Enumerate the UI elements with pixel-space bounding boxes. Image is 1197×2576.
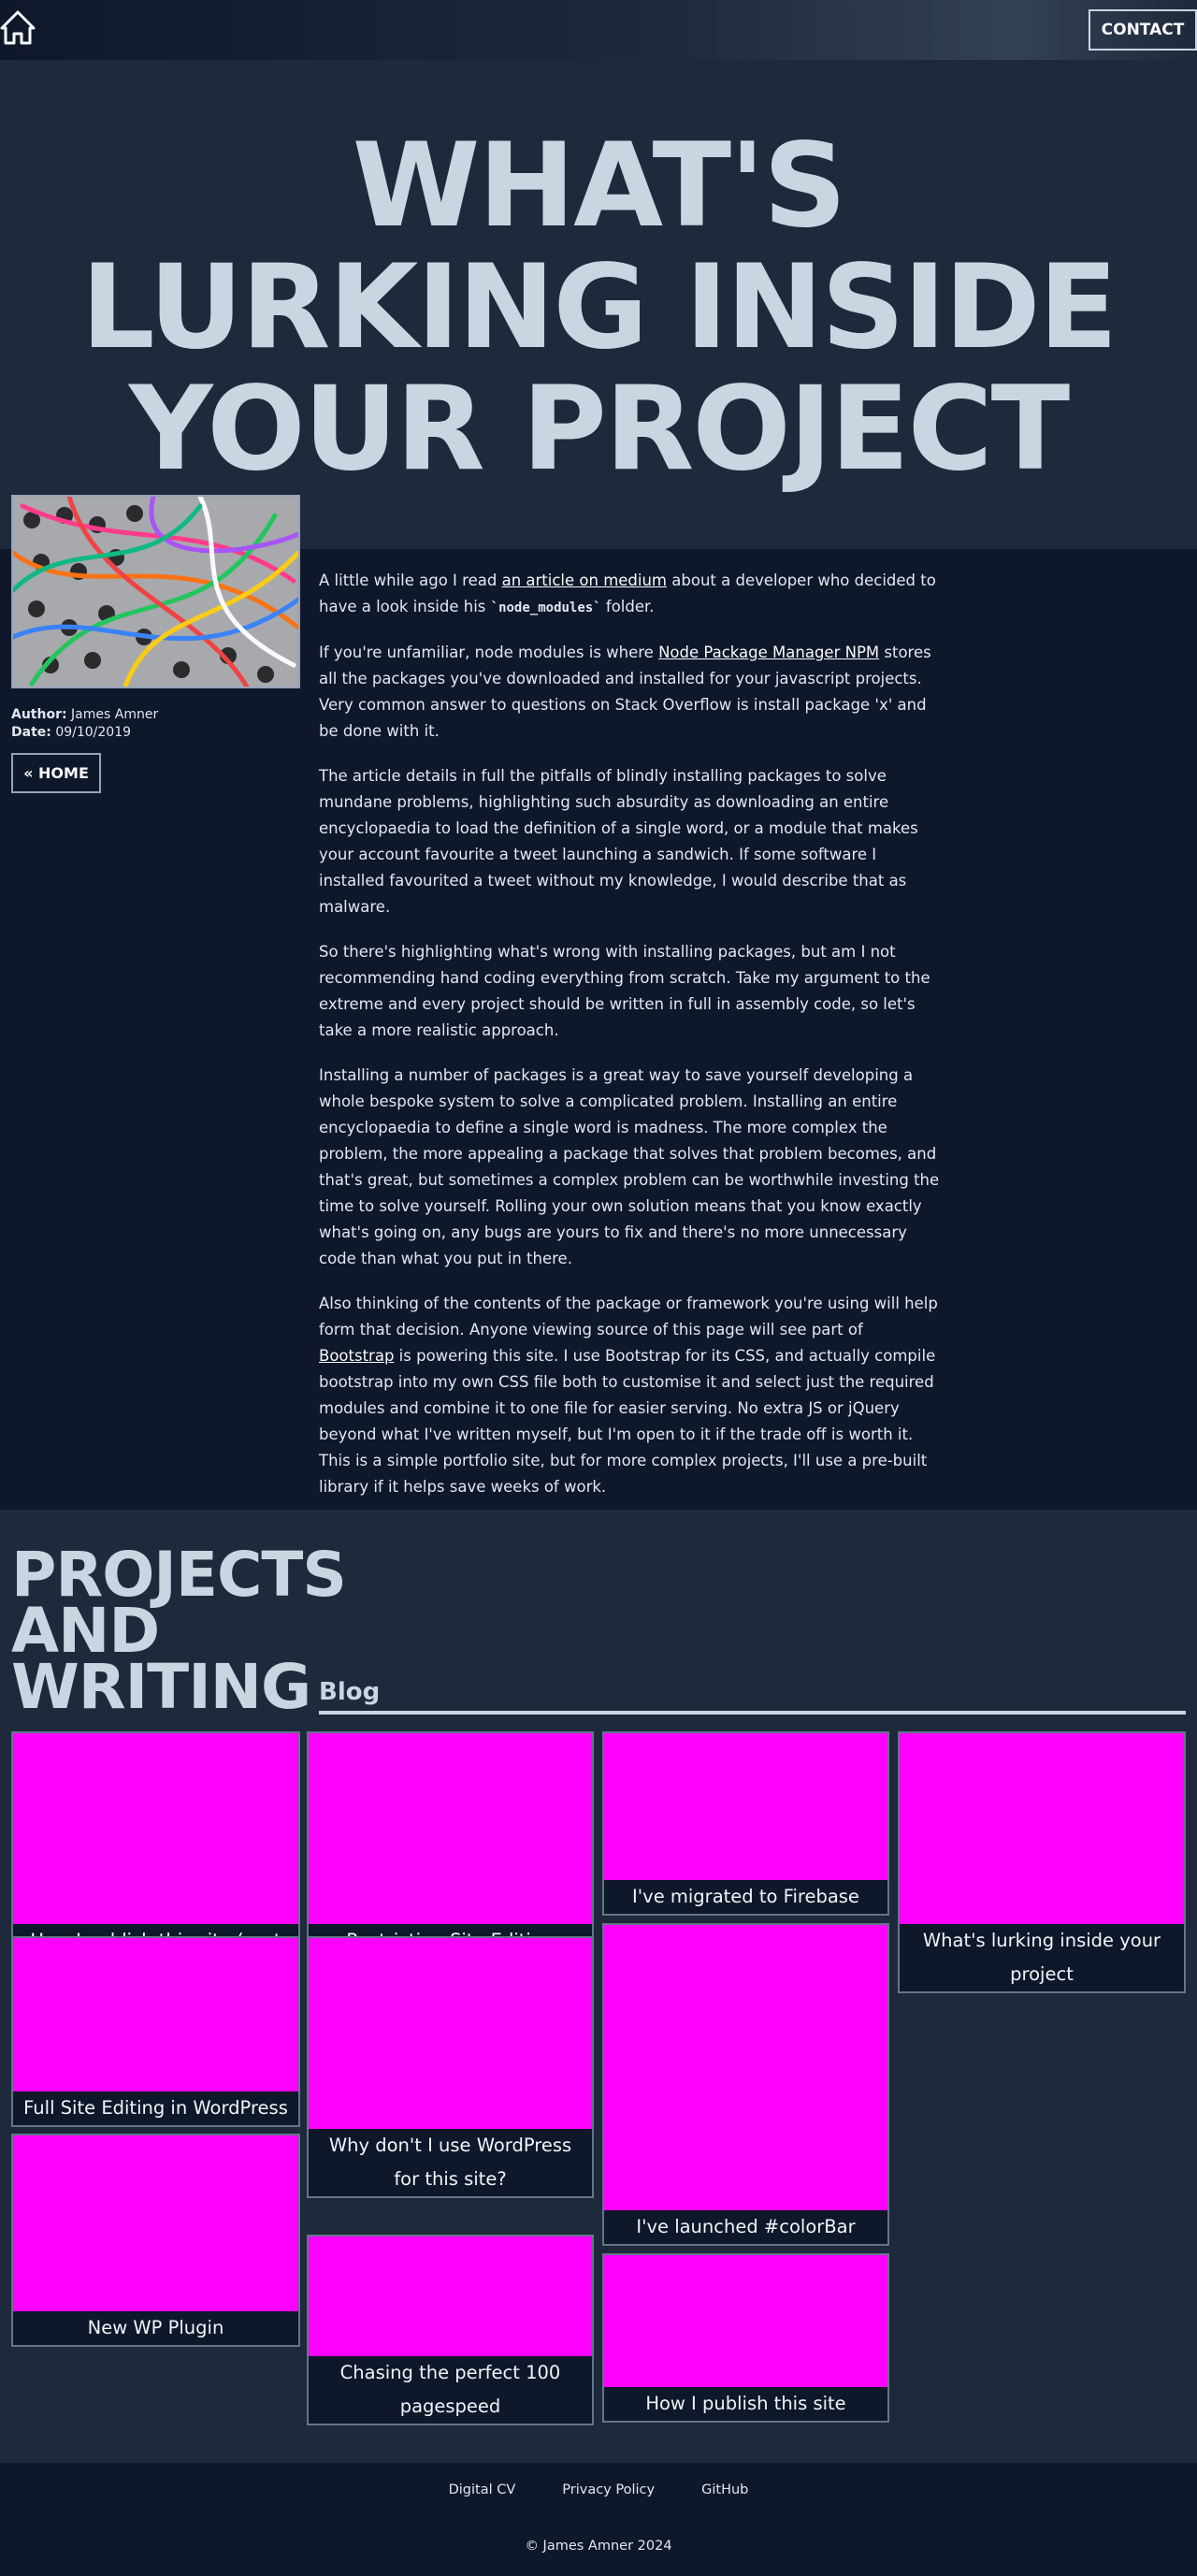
card-thumbnail (309, 2236, 592, 2356)
card-thumbnail (309, 1938, 592, 2129)
card-thumbnail (900, 1733, 1184, 1924)
blog-card[interactable]: Full Site Editing in WordPress (11, 1936, 300, 2127)
contact-button[interactable]: CONTACT (1089, 9, 1197, 51)
card-thumbnail (309, 1733, 592, 1924)
p1-text-a: A little while ago I read (319, 572, 502, 589)
node-modules-code: `node_modules` (490, 601, 601, 615)
digital-cv-link[interactable]: Digital CV (449, 2482, 516, 2497)
post-meta: Author: James Amner Date: 09/10/2019 (11, 706, 158, 742)
page-title: WHAT'S LURKING INSIDE YOUR PROJECT (80, 119, 1118, 497)
post-date: 09/10/2019 (55, 725, 132, 740)
privacy-policy-link[interactable]: Privacy Policy (562, 2482, 655, 2497)
paragraph-4: So there's highlighting what's wrong wit… (319, 943, 930, 1039)
projects-title: PROJECTS AND WRITING (11, 1539, 347, 1723)
card-thumbnail (604, 2255, 887, 2387)
bootstrap-link[interactable]: Bootstrap (319, 1347, 394, 1365)
card-thumbnail (13, 1938, 298, 2091)
blog-card[interactable]: How I publish this site (602, 2253, 889, 2423)
paragraph-1: A little while ago I read an article on … (319, 568, 941, 621)
paragraph-2: If you're unfamiliar, node modules is wh… (319, 640, 941, 745)
medium-article-link[interactable]: an article on medium (502, 572, 667, 589)
card-thumbnail (13, 1733, 298, 1924)
card-title: I've launched #colorBar (636, 2216, 856, 2237)
home-icon[interactable] (0, 9, 37, 51)
author-line: Author: James Amner (11, 706, 158, 724)
p1-text-c: folder. (600, 598, 655, 615)
card-thumbnail (604, 1733, 887, 1880)
author-label: Author: (11, 707, 67, 722)
paragraph-6: Also thinking of the contents of the pac… (319, 1291, 941, 1500)
blog-card[interactable]: New WP Plugin (11, 2134, 300, 2347)
card-thumbnail (13, 2135, 298, 2311)
hero: WHAT'S LURKING INSIDE YOUR PROJECT (0, 60, 1197, 549)
blog-card[interactable]: What's lurking inside your project (898, 1731, 1186, 1993)
card-title: Chasing the perfect 100 pagespeed (339, 2362, 561, 2417)
paragraph-3: The article details in full the pitfalls… (319, 767, 918, 916)
card-title: Full Site Editing in WordPress (23, 2097, 288, 2119)
patch-cables-image (11, 495, 300, 688)
blog-card[interactable]: Why don't I use WordPress for this site? (307, 1936, 594, 2198)
blog-card[interactable]: I've launched #colorBar (602, 1923, 889, 2246)
github-link[interactable]: GitHub (701, 2482, 748, 2497)
paragraph-5: Installing a number of packages is a gre… (319, 1066, 940, 1267)
card-title: How I publish this site (645, 2393, 846, 2414)
card-title: What's lurking inside your project (922, 1930, 1161, 1985)
p2-text-a: If you're unfamiliar, node modules is wh… (319, 644, 659, 661)
date-label: Date: (11, 725, 51, 740)
date-line: Date: 09/10/2019 (11, 724, 158, 742)
blog-heading: Blog (319, 1678, 381, 1706)
card-thumbnail (604, 1925, 887, 2210)
card-title: I've migrated to Firebase (632, 1886, 859, 1907)
projects-section: PROJECTS AND WRITING Blog How I publish … (0, 1510, 1197, 2463)
article-body: A little while ago I read an article on … (319, 568, 941, 1519)
footer-links: Digital CV Privacy Policy GitHub (0, 2482, 1197, 2497)
p6-text-a: Also thinking of the contents of the pac… (319, 1295, 938, 1339)
blog-divider (319, 1711, 1186, 1715)
article-section: Author: James Amner Date: 09/10/2019 « H… (0, 495, 1197, 1510)
blog-card[interactable]: Chasing the perfect 100 pagespeed (307, 2235, 594, 2425)
blog-card[interactable]: Restricting Site Editing (307, 1731, 594, 1960)
footer: Digital CV Privacy Policy GitHub © James… (0, 2463, 1197, 2576)
copyright: © James Amner 2024 (525, 2539, 672, 2554)
blog-card[interactable]: I've migrated to Firebase (602, 1731, 889, 1916)
p6-text-b: is powering this site. I use Bootstrap f… (319, 1347, 936, 1496)
card-title: Why don't I use WordPress for this site? (328, 2135, 572, 2190)
npm-link[interactable]: Node Package Manager NPM (658, 644, 879, 661)
author-name: James Amner (71, 707, 159, 722)
card-title: New WP Plugin (87, 2317, 224, 2338)
navbar: CONTACT (0, 0, 1197, 60)
home-button[interactable]: « HOME (11, 753, 101, 793)
